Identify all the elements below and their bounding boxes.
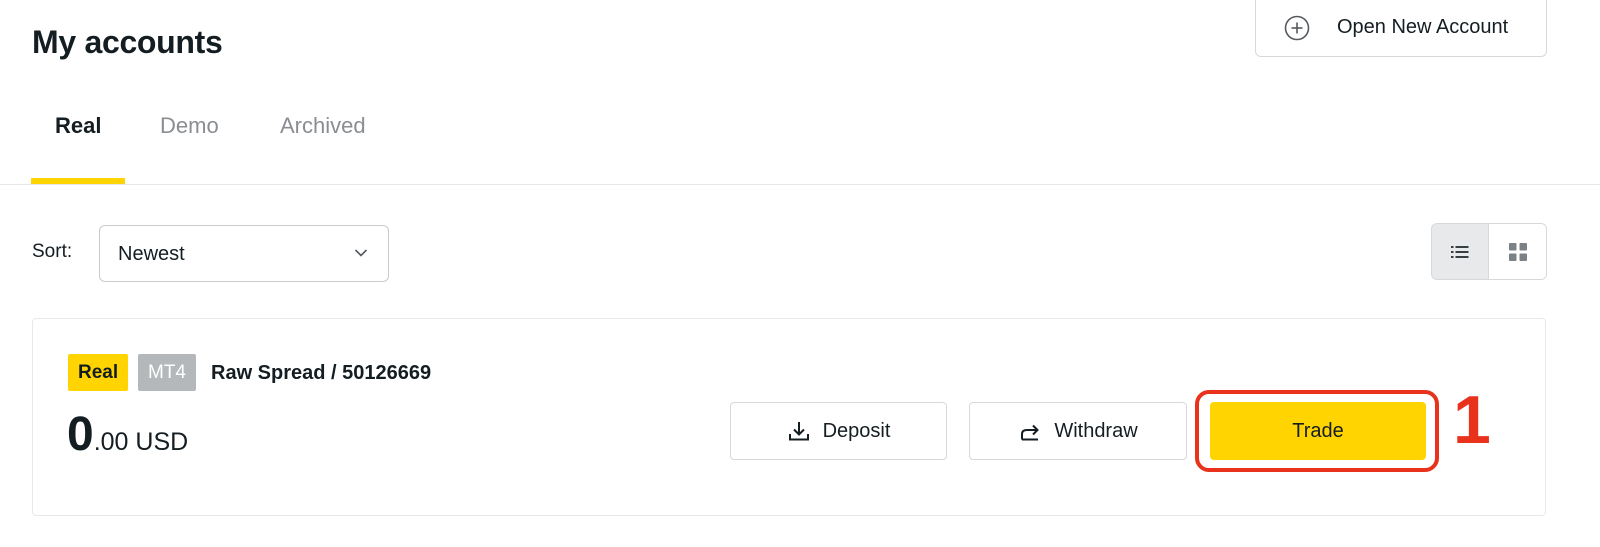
page-title: My accounts	[32, 24, 223, 60]
sort-dropdown[interactable]: Newest	[99, 225, 389, 282]
sort-selected-value: Newest	[118, 243, 185, 265]
withdraw-button[interactable]: Withdraw	[969, 402, 1187, 460]
download-icon	[788, 422, 809, 441]
chevron-down-icon	[354, 249, 368, 257]
account-name: Raw Spread / 50126669	[211, 362, 432, 384]
balance-decimal-currency: .00 USD	[93, 428, 189, 456]
annotation-step-number: 1	[1453, 382, 1491, 458]
withdraw-label: Withdraw	[1054, 419, 1138, 442]
deposit-label: Deposit	[822, 419, 891, 442]
view-toggle	[1431, 223, 1547, 280]
sort-label: Sort:	[32, 241, 73, 262]
balance-integer: 0	[67, 408, 94, 461]
grid-view-icon	[1508, 242, 1527, 261]
list-view-icon	[1451, 245, 1469, 258]
tab-real[interactable]: Real	[55, 113, 101, 139]
account-tabs: Real Demo Archived	[31, 100, 1600, 184]
open-new-account-button[interactable]: Open New Account	[1255, 0, 1547, 57]
deposit-button[interactable]: Deposit	[730, 402, 947, 460]
account-balance: 0.00 USD	[67, 407, 188, 462]
grid-view-button[interactable]	[1489, 224, 1546, 279]
platform-badge: MT4	[138, 354, 196, 391]
open-new-account-label: Open New Account	[1337, 16, 1509, 38]
list-view-button[interactable]	[1432, 224, 1490, 279]
plus-circle-icon	[1284, 15, 1310, 41]
tab-archived[interactable]: Archived	[280, 113, 366, 139]
page: My accounts Open New Account Real Demo A…	[0, 0, 1600, 547]
tabs-divider	[0, 184, 1600, 185]
share-out-icon	[1021, 424, 1040, 441]
trade-button[interactable]: Trade	[1210, 402, 1426, 460]
account-card: Real MT4 Raw Spread / 50126669 0.00 USD …	[32, 318, 1546, 516]
account-type-badge: Real	[68, 354, 129, 391]
trade-label: Trade	[1292, 419, 1344, 442]
tab-demo[interactable]: Demo	[160, 113, 219, 139]
